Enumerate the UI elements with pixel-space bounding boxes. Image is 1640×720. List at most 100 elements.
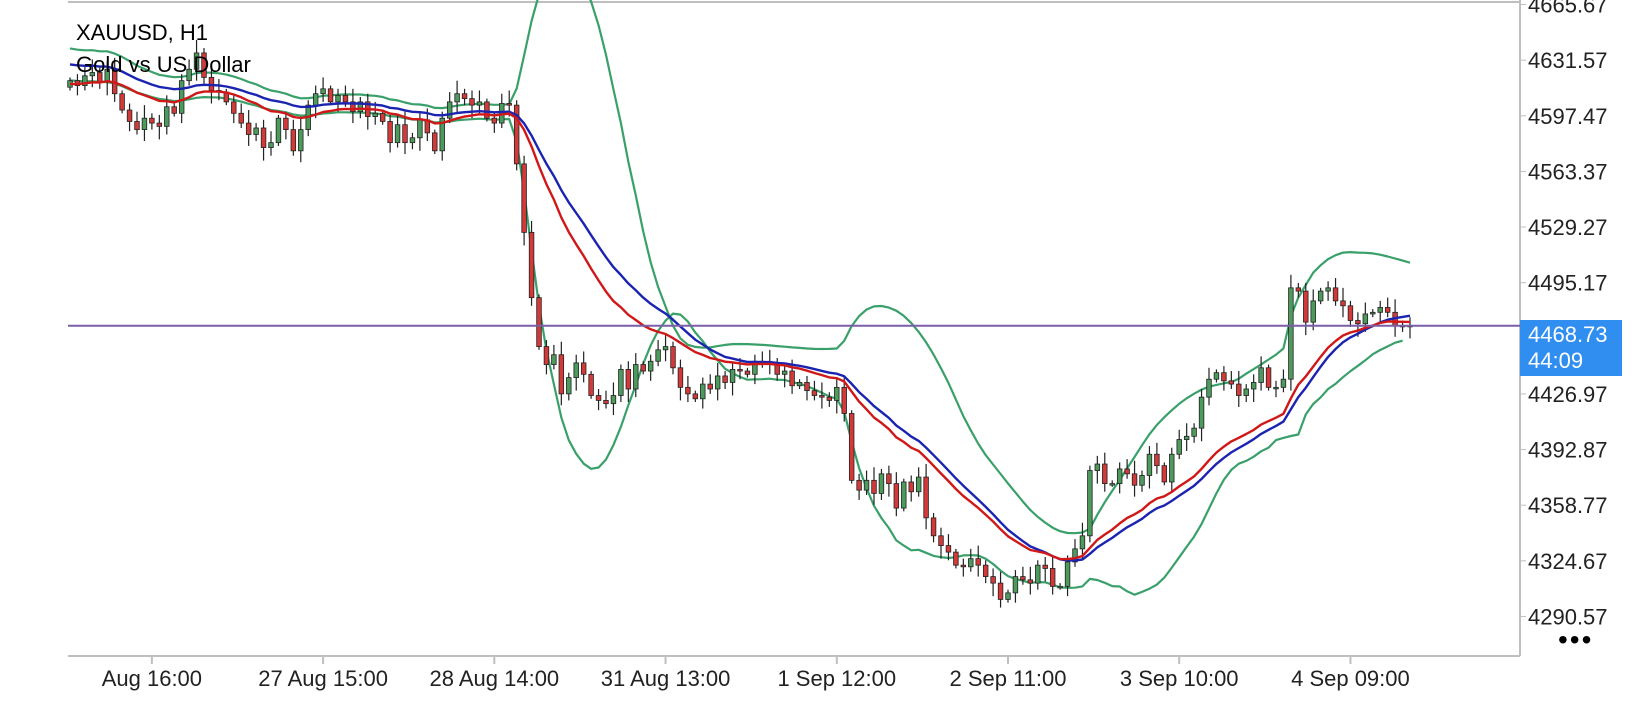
candle — [1154, 442, 1160, 474]
candle-body — [744, 370, 751, 375]
candle — [1042, 557, 1048, 582]
chart-root: 4665.67 4631.57 4597.47 4563.37 4529.27 4495.… — [0, 0, 1640, 720]
candle-body — [1146, 453, 1153, 476]
candle-body — [409, 137, 416, 144]
candle-body — [1087, 470, 1093, 537]
candle-body — [826, 396, 833, 401]
candle-body — [796, 382, 803, 387]
candle — [1288, 274, 1294, 391]
candle — [417, 111, 423, 151]
candle-body — [290, 129, 297, 152]
current-price-value: 4468.73 — [1528, 322, 1608, 347]
candle — [566, 372, 572, 401]
candle — [446, 92, 453, 124]
candle — [774, 357, 780, 381]
candle-body — [402, 124, 408, 144]
candle-body — [1094, 463, 1101, 471]
candle-body — [283, 117, 289, 131]
candle — [1370, 309, 1376, 318]
candle-body — [312, 93, 319, 106]
candle — [573, 354, 579, 391]
candle-body — [536, 297, 542, 347]
candle-body — [655, 349, 661, 362]
candle — [796, 379, 803, 389]
candle-body — [1384, 307, 1391, 313]
candle-body — [253, 127, 259, 135]
candle — [171, 103, 177, 117]
candle-body — [119, 93, 125, 111]
candle — [238, 103, 244, 128]
candle — [1228, 371, 1235, 389]
candle — [1310, 289, 1316, 331]
price-tick-label: 4529.27 — [1528, 215, 1608, 240]
candle — [722, 371, 728, 389]
candle — [1012, 570, 1019, 603]
candle-body — [662, 346, 669, 351]
candle-body — [1027, 579, 1034, 584]
candle — [804, 375, 810, 401]
candle — [811, 380, 818, 401]
candle — [923, 464, 929, 530]
candle-body — [491, 117, 498, 124]
candle — [625, 361, 632, 403]
candle-body — [968, 558, 974, 568]
candle — [707, 374, 713, 394]
candle-body — [268, 142, 274, 148]
candle — [908, 475, 914, 502]
candle-body — [1005, 592, 1011, 600]
candle-body — [1042, 564, 1048, 569]
candle — [1116, 462, 1123, 494]
candle-body — [1116, 468, 1123, 485]
candle-body — [930, 517, 937, 537]
candle-body — [938, 535, 944, 546]
candle-body — [1012, 576, 1019, 594]
candle — [945, 534, 952, 561]
candlestick-chart[interactable]: 4665.67 4631.57 4597.47 4563.37 4529.27 4495.… — [0, 0, 1640, 720]
candle-body — [164, 106, 170, 127]
candle-body — [1295, 287, 1302, 292]
candle-body — [149, 117, 155, 124]
candle-body — [1303, 290, 1309, 323]
candle — [953, 548, 959, 569]
candle — [856, 473, 862, 500]
candle — [640, 361, 646, 375]
candle-body — [841, 386, 847, 414]
candle-body — [126, 109, 133, 122]
candle — [439, 111, 445, 161]
candle-body — [685, 386, 691, 395]
candle-body — [275, 117, 282, 144]
candle — [536, 294, 542, 350]
candle — [1131, 460, 1138, 497]
candle — [618, 364, 624, 403]
candle-body — [1020, 576, 1026, 581]
candle-body — [551, 354, 557, 365]
candle — [156, 114, 163, 140]
candle-body — [320, 88, 326, 95]
candle-body — [156, 122, 163, 127]
candle-body — [335, 94, 341, 103]
candle — [714, 362, 721, 401]
candle-body — [1102, 463, 1108, 485]
candle — [275, 114, 282, 146]
candle — [893, 472, 900, 517]
more-options-icon[interactable]: ••• — [1558, 626, 1593, 654]
candle-body — [1079, 535, 1086, 550]
candle — [655, 340, 661, 367]
candle-body — [804, 382, 810, 392]
candle-body — [1191, 427, 1197, 437]
candle — [700, 377, 706, 409]
candle — [1347, 300, 1354, 327]
candle — [1258, 356, 1264, 391]
candle — [685, 375, 691, 403]
candle-body — [878, 473, 885, 494]
candle — [834, 379, 840, 414]
candle-body — [454, 93, 460, 103]
candle — [1325, 281, 1331, 301]
candle-body — [871, 479, 877, 494]
candle — [327, 85, 334, 106]
candle-body — [580, 362, 587, 375]
candle-body — [1288, 287, 1294, 380]
candle — [1250, 374, 1257, 403]
candle — [878, 468, 885, 500]
candle — [1340, 287, 1346, 318]
